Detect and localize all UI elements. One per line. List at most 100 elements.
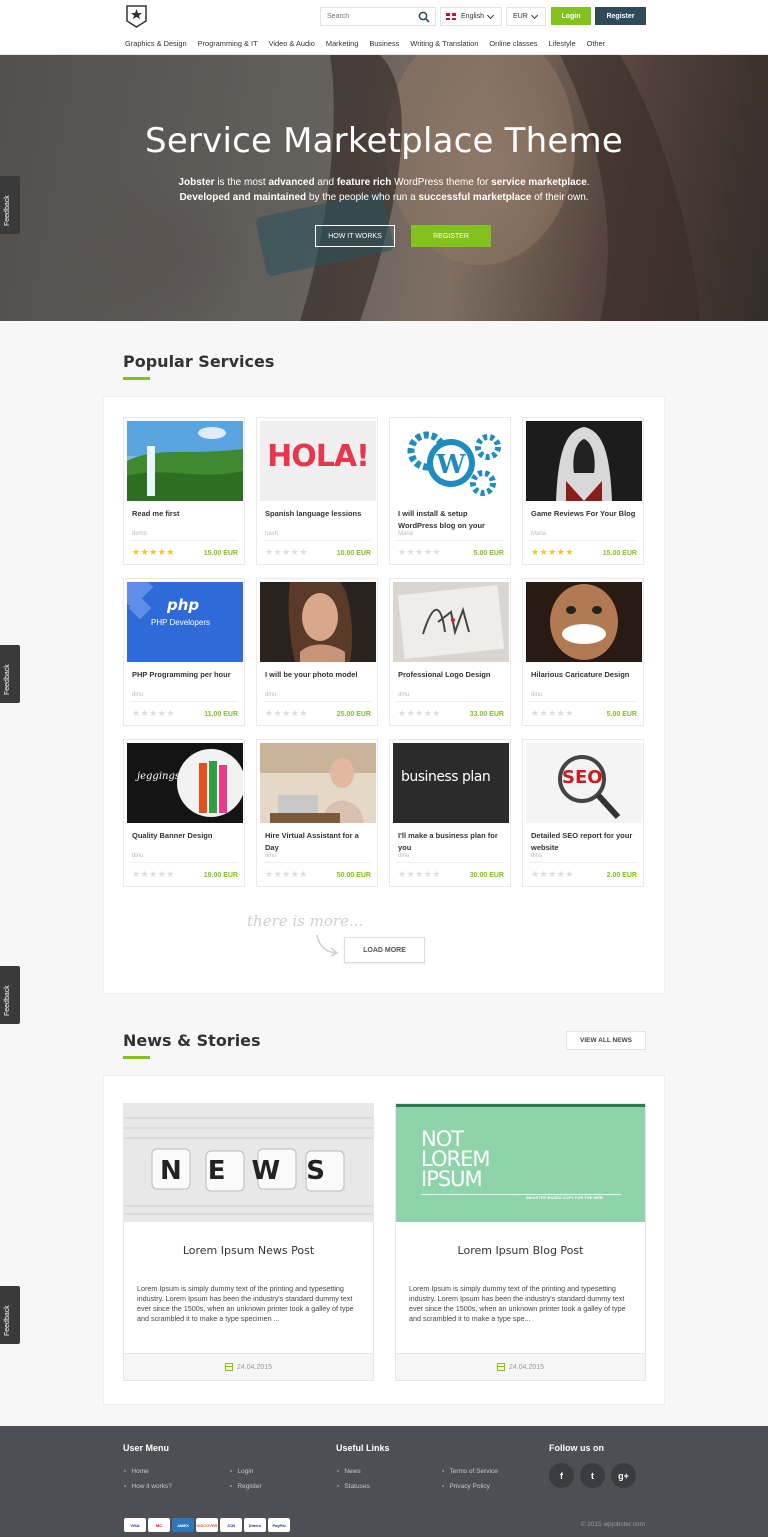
rating-stars: ★★★★★ bbox=[531, 547, 574, 557]
news-card[interactable]: NOT LOREM IPSUM INDUSTRY BASED COPY FOR … bbox=[395, 1103, 646, 1381]
service-title[interactable]: I will be your photo model bbox=[265, 669, 373, 681]
service-title[interactable]: I will install & setup WordPress blog on… bbox=[398, 508, 506, 532]
service-card[interactable]: php PHP Developers PHP Programming per hou… bbox=[123, 578, 245, 726]
service-thumbnail[interactable]: php PHP Developers bbox=[127, 582, 243, 662]
service-thumbnail[interactable] bbox=[260, 743, 376, 823]
service-author[interactable]: dinu bbox=[132, 692, 143, 698]
category-link[interactable]: Graphics & Design bbox=[125, 39, 187, 48]
service-author[interactable]: Maria bbox=[398, 531, 413, 537]
search-input[interactable] bbox=[321, 8, 413, 25]
service-thumbnail[interactable]: SEO bbox=[526, 743, 642, 823]
jobster-logo[interactable] bbox=[123, 4, 150, 29]
service-thumbnail[interactable]: W bbox=[393, 421, 509, 501]
service-card[interactable]: Hire Virtual Assistant for a Day dinu ★★★★… bbox=[256, 739, 378, 887]
service-author[interactable]: dinu bbox=[132, 853, 143, 859]
twitter-icon[interactable]: t bbox=[580, 1463, 605, 1488]
news-post-title[interactable]: Lorem Ipsum News Post bbox=[124, 1244, 373, 1257]
discover-icon: DISCOVER bbox=[196, 1518, 218, 1532]
service-thumbnail[interactable]: business plan bbox=[393, 743, 509, 823]
footer-link-how[interactable]: How it works? bbox=[124, 1483, 171, 1490]
service-author[interactable]: dinu bbox=[531, 692, 542, 698]
service-card[interactable]: SEO Detailed SEO report for your website d… bbox=[522, 739, 644, 887]
service-title[interactable]: Spanish language lessions bbox=[265, 508, 373, 520]
service-card[interactable]: Hilarious Caricature Design dinu ★★★★★ 5.00… bbox=[522, 578, 644, 726]
news-post-title[interactable]: Lorem Ipsum Blog Post bbox=[396, 1244, 645, 1257]
footer-link-terms[interactable]: Terms of Service bbox=[442, 1468, 497, 1475]
register-button[interactable]: Register bbox=[595, 7, 646, 25]
service-thumbnail[interactable] bbox=[393, 582, 509, 662]
category-link[interactable]: Programming & IT bbox=[198, 39, 258, 48]
service-card[interactable]: Professional Logo Design dinu ★★★★★ 33.00 E… bbox=[389, 578, 511, 726]
service-title[interactable]: Quality Banner Design bbox=[132, 830, 240, 842]
category-link[interactable]: Video & Audio bbox=[269, 39, 315, 48]
footer-link-news[interactable]: News bbox=[337, 1468, 360, 1475]
rating-stars: ★★★★★ bbox=[132, 547, 175, 557]
star-icon: ★ bbox=[565, 869, 574, 879]
feedback-tab[interactable]: Feedback bbox=[0, 176, 20, 234]
service-title[interactable]: I'll make a business plan for you bbox=[398, 830, 506, 854]
service-author[interactable]: dinu bbox=[398, 692, 409, 698]
service-thumbnail[interactable] bbox=[526, 421, 642, 501]
login-button[interactable]: Login bbox=[551, 7, 591, 25]
service-card[interactable]: Read me first demo ★★★★★ 15.00 EUR bbox=[123, 417, 245, 565]
news-image-text: NEWS bbox=[160, 1156, 351, 1186]
category-link[interactable]: Lifestyle bbox=[548, 39, 575, 48]
category-link[interactable]: Business bbox=[369, 39, 399, 48]
category-link[interactable]: Marketing bbox=[326, 39, 358, 48]
service-thumbnail[interactable]: jeggings bbox=[127, 743, 243, 823]
service-card[interactable]: HOLA! Spanish language lessions nash ★★★★★ 1… bbox=[256, 417, 378, 565]
service-author[interactable]: demo bbox=[132, 531, 147, 537]
star-icon: ★ bbox=[539, 547, 549, 557]
service-card[interactable]: jeggings Quality Banner Design dinu ★★★★★ 19… bbox=[123, 739, 245, 887]
currency-select[interactable]: EUR bbox=[506, 7, 546, 26]
footer-link-register[interactable]: Register bbox=[230, 1483, 261, 1490]
service-thumbnail[interactable] bbox=[260, 582, 376, 662]
load-more-button[interactable]: LOAD MORE bbox=[344, 937, 425, 963]
service-author[interactable]: nash bbox=[265, 531, 278, 537]
search-icon[interactable] bbox=[418, 11, 430, 23]
category-link[interactable]: Other bbox=[587, 39, 605, 48]
service-card[interactable]: I will be your photo model dinu ★★★★★ 25.00… bbox=[256, 578, 378, 726]
how-it-works-button[interactable]: HOW IT WORKS bbox=[315, 225, 395, 247]
service-title[interactable]: Detailed SEO report for your website bbox=[531, 830, 639, 854]
service-title[interactable]: Read me first bbox=[132, 508, 240, 520]
service-author[interactable]: dinu bbox=[265, 853, 276, 859]
title-underline bbox=[123, 377, 150, 380]
payment-methods: VISA MC AMEX DISCOVER JCB Diners PayPal bbox=[124, 1518, 290, 1532]
feedback-tab[interactable]: Feedback bbox=[0, 1286, 20, 1344]
facebook-icon[interactable]: f bbox=[549, 1463, 574, 1488]
service-author[interactable]: dinu bbox=[265, 692, 276, 698]
title-underline bbox=[123, 1056, 150, 1059]
service-title[interactable]: PHP Programming per hour bbox=[132, 669, 240, 681]
service-author[interactable]: dinu bbox=[398, 853, 409, 859]
hero-register-button[interactable]: REGISTER bbox=[411, 225, 491, 247]
service-price: 25.00 EUR bbox=[336, 711, 371, 718]
service-card[interactable]: W I will install & setup WordPress blog o… bbox=[389, 417, 511, 565]
category-link[interactable]: Online classes bbox=[489, 39, 537, 48]
amex-icon: AMEX bbox=[172, 1518, 194, 1532]
service-card[interactable]: Game Reviews For Your Blog Maria ★★★★★ 15.0… bbox=[522, 417, 644, 565]
service-thumbnail[interactable] bbox=[127, 421, 243, 501]
language-select[interactable]: English bbox=[440, 7, 502, 26]
news-card[interactable]: NEWS Lorem Ipsum News Post Lorem Ipsum i… bbox=[123, 1103, 374, 1381]
service-title[interactable]: Professional Logo Design bbox=[398, 669, 506, 681]
footer-link-home[interactable]: Home bbox=[124, 1468, 148, 1475]
service-title[interactable]: Hilarious Caricature Design bbox=[531, 669, 639, 681]
footer-link-statuses[interactable]: Statuses bbox=[337, 1483, 369, 1490]
footer-link-login[interactable]: Login bbox=[230, 1468, 253, 1475]
footer-link-privacy[interactable]: Privacy Policy bbox=[442, 1483, 489, 1490]
service-thumbnail[interactable] bbox=[526, 582, 642, 662]
follow-title: Follow us on bbox=[549, 1443, 604, 1453]
category-link[interactable]: Writing & Translation bbox=[410, 39, 478, 48]
star-icon: ★ bbox=[432, 547, 441, 557]
service-card[interactable]: business plan I'll make a business plan f… bbox=[389, 739, 511, 887]
google-plus-icon[interactable]: g+ bbox=[611, 1463, 636, 1488]
service-title[interactable]: Hire Virtual Assistant for a Day bbox=[265, 830, 373, 854]
service-thumbnail[interactable]: HOLA! bbox=[260, 421, 376, 501]
feedback-tab[interactable]: Feedback bbox=[0, 645, 20, 703]
service-author[interactable]: dinu bbox=[531, 853, 542, 859]
view-all-news-button[interactable]: VIEW ALL NEWS bbox=[566, 1031, 646, 1050]
feedback-tab[interactable]: Feedback bbox=[0, 966, 20, 1024]
service-title[interactable]: Game Reviews For Your Blog bbox=[531, 508, 639, 520]
service-author[interactable]: Maria bbox=[531, 531, 546, 537]
